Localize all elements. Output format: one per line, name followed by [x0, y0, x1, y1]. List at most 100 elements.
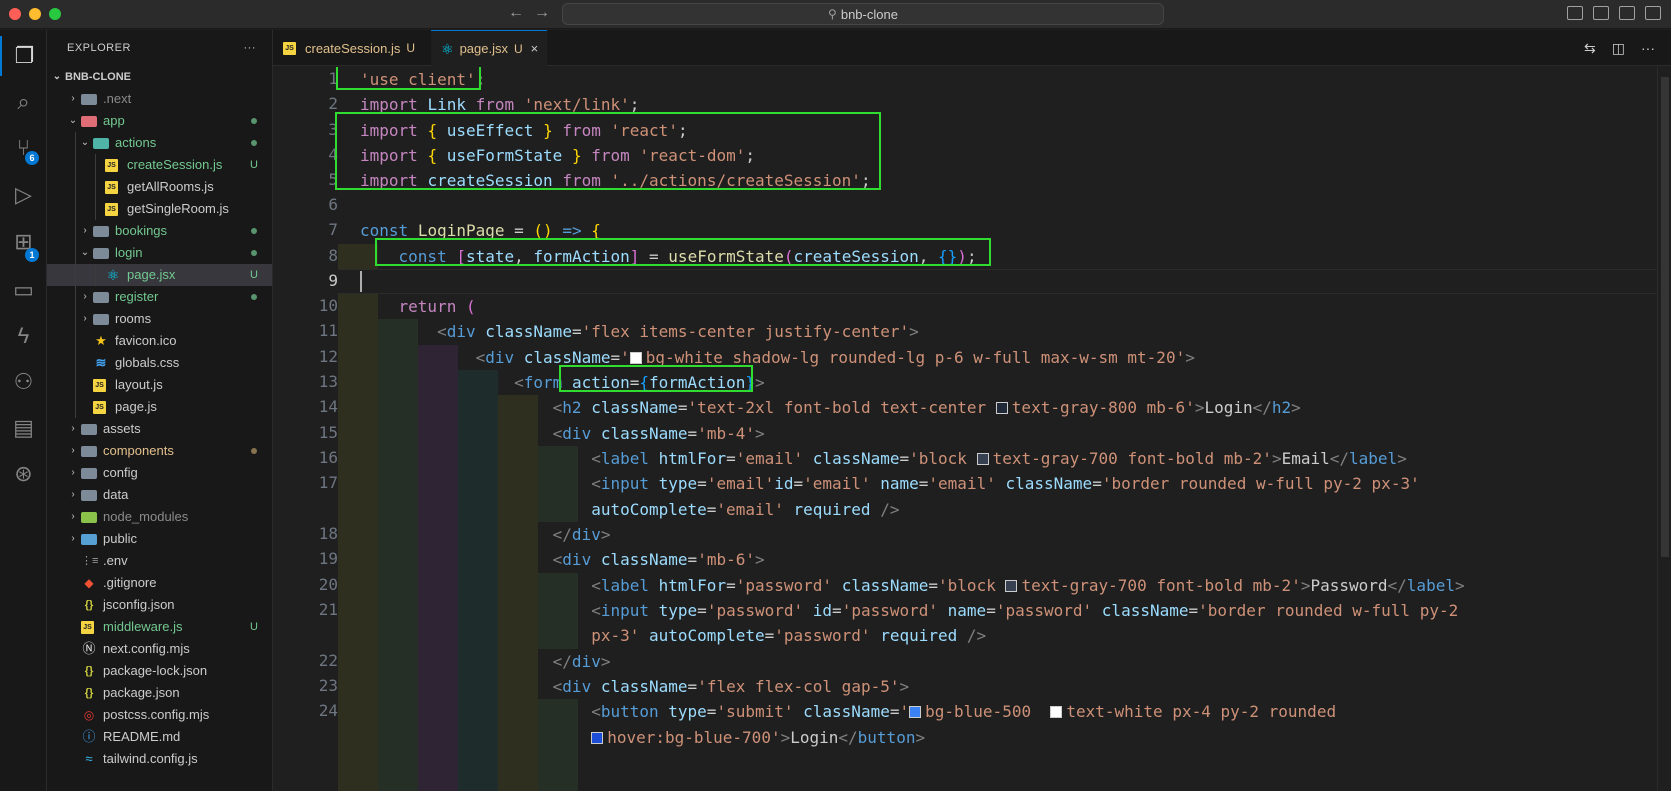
tree-item[interactable]: ⌄ login: [47, 242, 272, 264]
chevron-down-icon: ⌄: [80, 137, 90, 148]
tree-item[interactable]: JS layout.js: [47, 374, 272, 396]
tree-item[interactable]: › .next: [47, 88, 272, 110]
more-actions-icon[interactable]: ···: [1641, 40, 1655, 57]
tree-item[interactable]: › public: [47, 528, 272, 550]
toggle-secondary-sidebar-icon[interactable]: [1619, 6, 1635, 20]
tree-item[interactable]: Ⓝnext.config.mjs: [47, 638, 272, 660]
tree-item[interactable]: JS getSingleRoom.js: [47, 198, 272, 220]
tab-createSession[interactable]: JS createSession.js U: [273, 30, 431, 66]
tree-item[interactable]: › data: [47, 484, 272, 506]
line-number: 6: [328, 195, 338, 214]
tree-item[interactable]: {} package-lock.json: [47, 660, 272, 682]
tree-item[interactable]: JS page.js: [47, 396, 272, 418]
tree-item-label: favicon.ico: [115, 333, 177, 348]
line-number: 4: [328, 145, 338, 164]
star-file-icon: ★: [95, 333, 107, 348]
open-changes-icon[interactable]: ⇆: [1584, 40, 1596, 57]
tree-item[interactable]: › node_modules: [47, 506, 272, 528]
chevron-right-icon: ›: [71, 93, 75, 104]
tree-item[interactable]: ⌄ actions: [47, 132, 272, 154]
remote-explorer-icon[interactable]: ▭: [0, 270, 47, 310]
close-window-button[interactable]: [9, 8, 21, 20]
code-editor[interactable]: 1 2 3 4 5 6 7 8 9 10 11 12 13 14 15 16 17 18 19 20 21 22 23 24 …: [273, 67, 1671, 791]
folder-icon: [81, 489, 97, 501]
tree-item[interactable]: ≋ globals.css: [47, 352, 272, 374]
tree-item[interactable]: ⓘ README.md: [47, 726, 272, 748]
tree-item[interactable]: › rooms: [47, 308, 272, 330]
minimize-window-button[interactable]: [29, 8, 41, 20]
lightning-icon[interactable]: ϟ: [0, 316, 47, 356]
chevron-right-icon: ›: [71, 445, 75, 456]
source-control-icon[interactable]: ⑂: [0, 128, 47, 168]
tab-status: U: [406, 41, 416, 55]
tree-item[interactable]: › bookings: [47, 220, 272, 242]
tree-item[interactable]: ◎ postcss.config.mjs: [47, 704, 272, 726]
tree-item[interactable]: ≈ tailwind.config.js: [47, 748, 272, 770]
tree-item[interactable]: JS middleware.js U: [47, 616, 272, 638]
vertical-scrollbar[interactable]: [1657, 67, 1671, 791]
tree-item[interactable]: JS getAllRooms.js: [47, 176, 272, 198]
zoom-window-button[interactable]: [49, 8, 61, 20]
tab-page-jsx[interactable]: ⚛ page.jsx U ×: [431, 30, 547, 66]
tree-item-label: rooms: [115, 311, 152, 326]
folder-icon: [81, 423, 97, 435]
file-tree: › .next ⌄ app ⌄ actions JS createSession.js U JS g…: [47, 88, 272, 770]
tree-item[interactable]: ⋮≡ .env: [47, 550, 272, 572]
css-file-icon: ≋: [95, 355, 107, 370]
line-number: 2: [328, 94, 338, 113]
code-line: <h2 className='text-2xl font-bold text-c…: [552, 398, 1301, 417]
tree-item[interactable]: ◆ .gitignore: [47, 572, 272, 594]
line-number: 21: [318, 600, 338, 619]
toggle-primary-sidebar-icon[interactable]: [1567, 6, 1583, 20]
editor-tabs: JS createSession.js U ⚛ page.jsx U × ⇆ ◫…: [273, 30, 1671, 66]
tree-item-label: actions: [115, 135, 157, 150]
folder-icon: [93, 291, 109, 303]
indent-guide: [75, 286, 76, 308]
tree-item-label: package-lock.json: [103, 663, 208, 678]
back-arrow-icon[interactable]: ←: [508, 4, 524, 22]
folder-icon: [81, 445, 97, 457]
folder-icon: [81, 511, 97, 523]
run-debug-icon[interactable]: ▷: [0, 175, 47, 215]
tree-item[interactable]: › config: [47, 462, 272, 484]
workspace-root[interactable]: ⌄ BNB-CLONE: [47, 66, 272, 88]
scrollbar-thumb[interactable]: [1661, 77, 1669, 557]
tree-item-label: postcss.config.mjs: [103, 707, 210, 722]
tree-item[interactable]: › register: [47, 286, 272, 308]
command-center-search[interactable]: ⚲ bnb-clone: [562, 3, 1164, 25]
gitlens-icon[interactable]: ⊛: [0, 454, 47, 494]
json-file-icon: {}: [84, 599, 94, 611]
forward-arrow-icon[interactable]: →: [534, 4, 550, 22]
toggle-panel-icon[interactable]: [1593, 6, 1609, 20]
highlight-box: [375, 238, 991, 266]
tree-item[interactable]: › assets: [47, 418, 272, 440]
docker-icon[interactable]: ▤: [0, 408, 47, 448]
tree-item[interactable]: {} package.json: [47, 682, 272, 704]
title-bar: ← → ⚲ bnb-clone: [0, 0, 1671, 29]
line-number: 22: [318, 651, 338, 670]
js-file-icon: JS: [93, 400, 106, 414]
tree-item-label: .env: [103, 553, 128, 568]
highlight-box: [335, 112, 881, 190]
explorer-sidebar: EXPLORER ··· ⌄ BNB-CLONE › .next ⌄ app ⌄ acti…: [47, 30, 273, 791]
text-cursor: [360, 271, 362, 292]
tree-item[interactable]: ⌄ app: [47, 110, 272, 132]
tree-item[interactable]: ⚛ page.jsx U: [47, 264, 272, 286]
explorer-icon[interactable]: ❐: [0, 36, 47, 76]
tree-item[interactable]: ★ favicon.ico: [47, 330, 272, 352]
tab-label: createSession.js: [305, 40, 401, 56]
close-tab-icon[interactable]: ×: [531, 41, 539, 56]
git-graph-icon[interactable]: ⚇: [0, 362, 47, 402]
tree-item[interactable]: JS createSession.js U: [47, 154, 272, 176]
more-actions-icon[interactable]: ···: [244, 42, 257, 54]
git-file-icon: ◆: [84, 576, 94, 590]
tree-item-label: bookings: [115, 223, 168, 238]
tree-item[interactable]: › components: [47, 440, 272, 462]
customize-layout-icon[interactable]: [1645, 6, 1661, 20]
tree-item[interactable]: {} jsconfig.json: [47, 594, 272, 616]
split-editor-icon[interactable]: ◫: [1612, 40, 1625, 57]
indent-guide: [75, 264, 76, 286]
search-icon[interactable]: ⌕: [0, 82, 47, 122]
tab-label: page.jsx: [459, 41, 508, 56]
extensions-icon[interactable]: ⊞: [0, 222, 47, 262]
